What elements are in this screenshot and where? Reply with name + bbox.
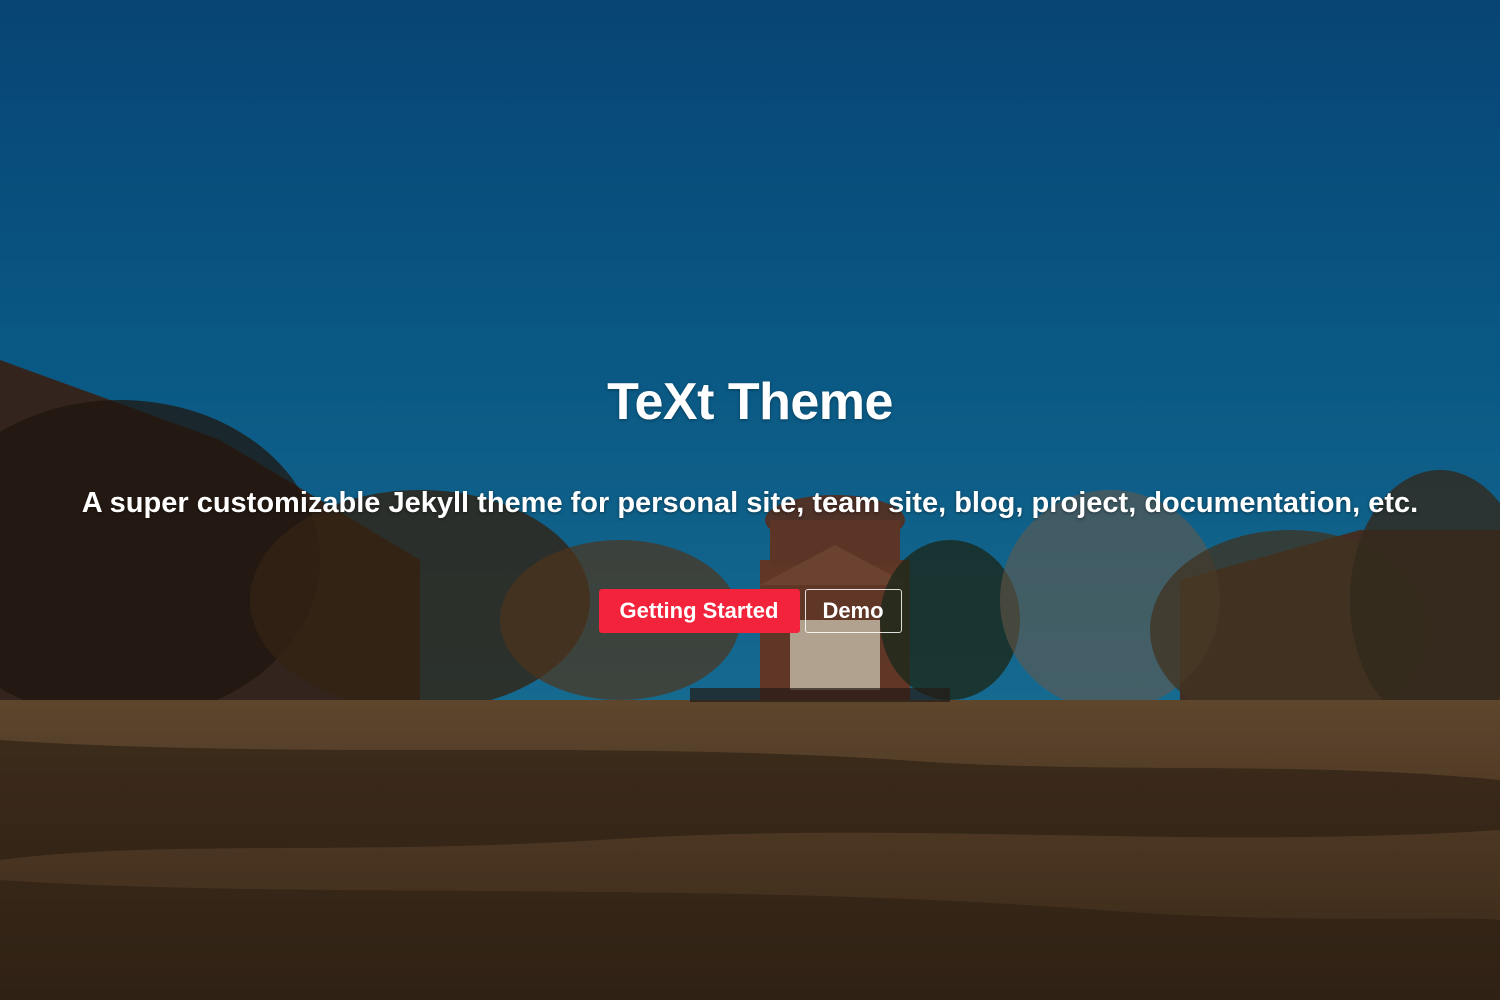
- hero-actions: Getting Started Demo: [0, 589, 1500, 633]
- demo-button[interactable]: Demo: [804, 589, 902, 633]
- page-title: TeXt Theme: [607, 373, 893, 431]
- page-subtitle: A super customizable Jekyll theme for pe…: [81, 487, 1419, 519]
- hero-section: TeXt Theme A super customizable Jekyll t…: [0, 0, 1500, 1000]
- getting-started-button[interactable]: Getting Started: [598, 589, 800, 633]
- hero-content: TeXt Theme A super customizable Jekyll t…: [0, 0, 1500, 1000]
